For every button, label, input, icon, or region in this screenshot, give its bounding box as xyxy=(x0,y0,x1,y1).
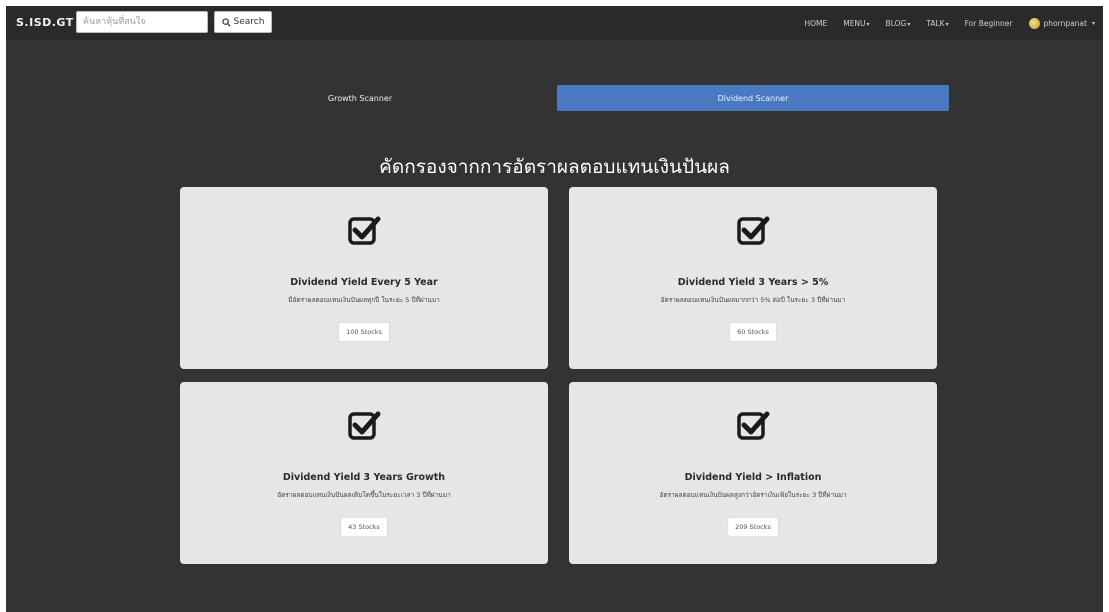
stock-count-badge[interactable]: 209 Stocks xyxy=(728,518,778,536)
search-button-label: Search xyxy=(233,17,265,27)
card-title: Dividend Yield > Inflation xyxy=(684,472,822,483)
brand-logo[interactable]: S.ISD.GT xyxy=(16,16,74,29)
page-title: คัดกรองจากการอัตราผลตอบแทนเงินปันผล xyxy=(379,156,730,178)
stock-count-badge[interactable]: 43 Stocks xyxy=(341,518,387,536)
checkbox-checked-icon xyxy=(348,411,381,440)
card-description: มีอัตราผลตอบแทนเงินปันผลทุกปี ในระยะ 5 ป… xyxy=(288,296,440,304)
tab-dividend-scanner[interactable]: Dividend Scanner xyxy=(557,85,949,111)
card-title: Dividend Yield 3 Years Growth xyxy=(282,472,446,483)
chevron-down-icon: ▾ xyxy=(866,20,870,28)
screener-card-3-years-growth[interactable]: Dividend Yield 3 Years Growth อัตราผลตอบ… xyxy=(180,382,548,564)
card-description: อัตราผลตอบแทนเงินปันผลเติบโตขึ้นในระยะเว… xyxy=(277,491,451,499)
tab-growth-scanner[interactable]: Growth Scanner xyxy=(170,85,550,111)
card-title: Dividend Yield 3 Years > 5% xyxy=(677,277,829,288)
card-title: Dividend Yield Every 5 Year xyxy=(290,277,438,288)
nav-item-menu[interactable]: MENU▾ xyxy=(843,19,869,28)
avatar xyxy=(1028,17,1040,29)
nav-item-blog[interactable]: BLOG▾ xyxy=(886,19,911,28)
user-menu[interactable]: phornpanat ▾ xyxy=(1028,17,1095,29)
nav-item-for-beginner[interactable]: For Beginner xyxy=(965,19,1013,28)
card-description: อัตราผลตอบแทนเงินปันผลสูงกว่าอัตราเงินเฟ… xyxy=(659,491,847,499)
chevron-down-icon: ▾ xyxy=(945,20,949,28)
stock-count-badge[interactable]: 60 Stocks xyxy=(730,323,776,341)
nav-item-home[interactable]: HOME xyxy=(804,19,827,28)
nav-item-blog-label: BLOG xyxy=(885,18,907,28)
screener-card-every-5-year[interactable]: Dividend Yield Every 5 Year มีอัตราผลตอบ… xyxy=(180,187,548,369)
checkbox-checked-icon xyxy=(737,216,770,245)
screener-card-over-inflation[interactable]: Dividend Yield > Inflation อัตราผลตอบแทน… xyxy=(569,382,937,564)
user-name: phornpanat xyxy=(1043,18,1087,28)
nav-menu: HOME MENU▾ BLOG▾ TALK▾ For Beginner phor… xyxy=(804,6,1095,40)
nav-item-talk[interactable]: TALK▾ xyxy=(926,19,948,28)
nav-item-menu-label: MENU xyxy=(843,18,866,28)
stock-count-badge[interactable]: 100 Stocks xyxy=(339,323,389,341)
chevron-down-icon: ▾ xyxy=(907,20,911,28)
app-frame: S.ISD.GT Search HOME MENU▾ BLOG▾ TALK▾ F… xyxy=(6,6,1103,612)
top-navbar: S.ISD.GT Search HOME MENU▾ BLOG▾ TALK▾ F… xyxy=(6,6,1103,40)
nav-item-talk-label: TALK xyxy=(926,18,945,28)
search-input[interactable] xyxy=(76,11,208,33)
search-button[interactable]: Search xyxy=(214,11,272,33)
checkbox-checked-icon xyxy=(348,216,381,245)
card-description: อัตราผลตอบแทนเงินปันผลมากกว่า 5% ต่อปี ใ… xyxy=(660,296,846,304)
checkbox-checked-icon xyxy=(737,411,770,440)
search-icon xyxy=(221,17,231,27)
screener-card-3-years-over-5[interactable]: Dividend Yield 3 Years > 5% อัตราผลตอบแท… xyxy=(569,187,937,369)
chevron-down-icon: ▾ xyxy=(1091,19,1095,27)
